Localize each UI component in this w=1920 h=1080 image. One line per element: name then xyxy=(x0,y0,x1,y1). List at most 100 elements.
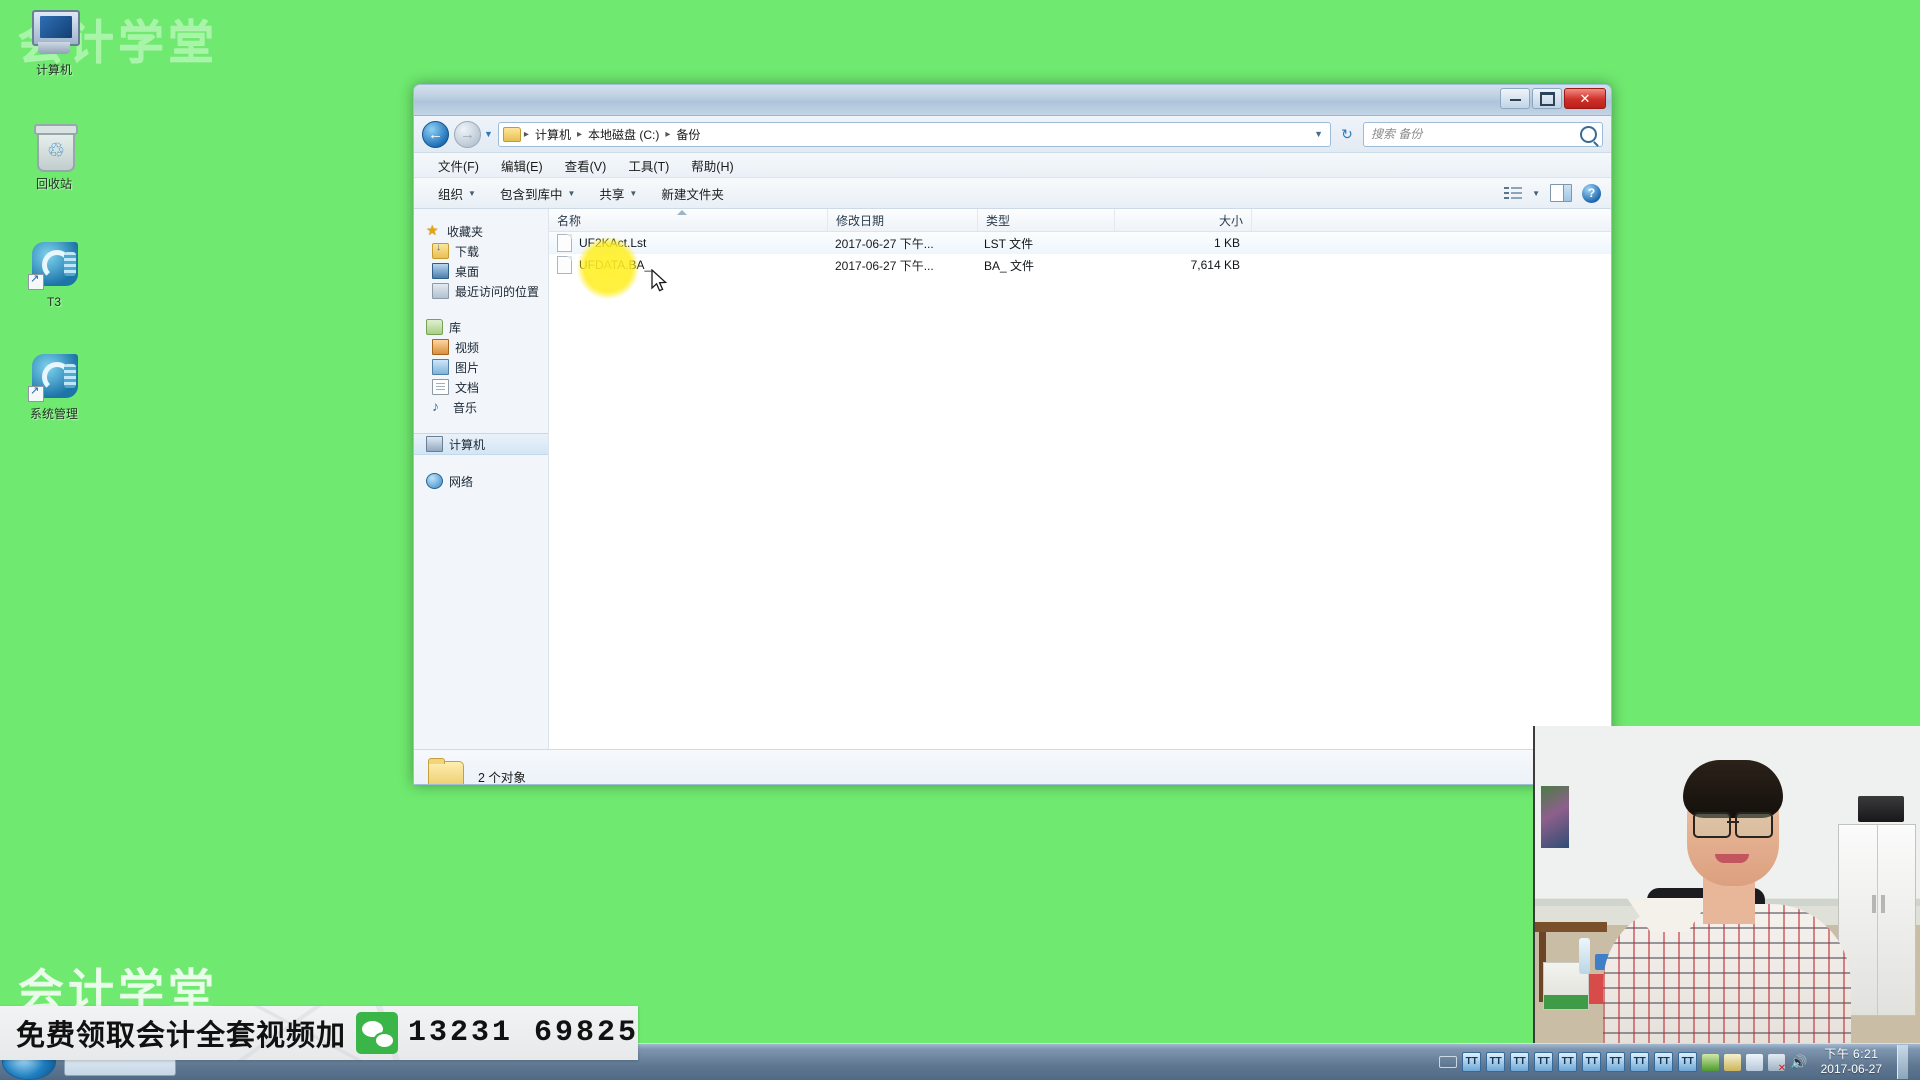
share-label: 共享 xyxy=(599,184,624,203)
nav-videos[interactable]: 视频 xyxy=(414,337,548,357)
include-in-library-button[interactable]: 包含到库中 ▼ xyxy=(488,180,587,207)
tray-app-icon[interactable]: TT xyxy=(1654,1052,1673,1072)
folder-icon xyxy=(503,127,521,142)
tray-app-icon[interactable]: TT xyxy=(1606,1052,1625,1072)
nav-network[interactable]: 网络 xyxy=(414,471,548,491)
help-icon[interactable]: ? xyxy=(1582,184,1601,203)
desktop-icon-system-management[interactable]: 系统管理 xyxy=(6,352,102,421)
file-date-cell: 2017-06-27 下午... xyxy=(827,235,976,252)
nav-downloads[interactable]: 下载 xyxy=(414,241,548,261)
tray-app-icon[interactable]: TT xyxy=(1462,1052,1481,1072)
keyboard-icon[interactable] xyxy=(1439,1056,1457,1068)
address-bar[interactable]: ▸ 计算机 ▸ 本地磁盘 (C:) ▸ 备份 ▼ xyxy=(498,122,1331,147)
nav-recent-places[interactable]: 最近访问的位置 xyxy=(414,281,548,301)
nav-desktop[interactable]: 桌面 xyxy=(414,261,548,281)
new-folder-button[interactable]: 新建文件夹 xyxy=(649,180,736,207)
refresh-icon[interactable]: ↻ xyxy=(1336,123,1358,145)
nav-label: 视频 xyxy=(455,339,479,356)
preview-pane-icon[interactable] xyxy=(1550,184,1572,202)
menu-tools[interactable]: 工具(T) xyxy=(628,156,669,175)
breadcrumb-local-disk[interactable]: 本地磁盘 (C:) xyxy=(585,125,662,144)
search-icon[interactable] xyxy=(1580,126,1597,143)
file-date-cell: 2017-06-27 下午... xyxy=(827,257,976,274)
tray-app-icon[interactable]: TT xyxy=(1630,1052,1649,1072)
back-button[interactable]: ← xyxy=(422,121,449,148)
share-button[interactable]: 共享 ▼ xyxy=(587,180,649,207)
file-name-cell[interactable]: UF2KAct.Lst xyxy=(549,234,827,252)
tray-app-icon[interactable]: TT xyxy=(1558,1052,1577,1072)
show-desktop-button[interactable] xyxy=(1897,1045,1908,1079)
file-name-cell[interactable]: UFDATA.BA_ xyxy=(549,256,827,274)
view-options-icon[interactable] xyxy=(1504,186,1522,200)
chevron-down-icon: ▼ xyxy=(629,189,637,198)
breadcrumb-backup[interactable]: 备份 xyxy=(673,125,703,144)
nav-spacer xyxy=(414,455,548,471)
toolbar-right-group: ▼ ? xyxy=(1504,178,1601,208)
desktop-icon-label: T3 xyxy=(6,296,102,309)
promo-banner: 免费领取会计全套视频加 13231 69825 xyxy=(0,1006,638,1060)
nav-computer[interactable]: 计算机 xyxy=(414,433,548,455)
monitor xyxy=(1858,796,1904,822)
window-titlebar[interactable]: ✕ xyxy=(414,85,1611,116)
table-row[interactable]: UF2KAct.Lst 2017-06-27 下午... LST 文件 1 KB xyxy=(549,232,1611,254)
menu-help[interactable]: 帮助(H) xyxy=(691,156,733,175)
file-size-cell: 7,614 KB xyxy=(1112,258,1248,272)
minimize-button[interactable] xyxy=(1500,88,1530,109)
desktop-icon-computer[interactable]: 计算机 xyxy=(6,8,102,77)
explorer-window[interactable]: ✕ ← → ▼ ▸ 计算机 ▸ 本地磁盘 (C:) ▸ 备份 ▼ ↻ 文件(F)… xyxy=(413,84,1612,785)
sort-ascending-icon xyxy=(677,210,687,215)
column-header-type[interactable]: 类型 xyxy=(978,209,1115,231)
column-header-date[interactable]: 修改日期 xyxy=(828,209,978,231)
breadcrumb-computer[interactable]: 计算机 xyxy=(532,125,574,144)
column-header-size[interactable]: 大小 xyxy=(1115,209,1252,231)
file-list-pane[interactable]: 名称 修改日期 类型 大小 UF2KAct.Lst 2017-06-27 下午.… xyxy=(549,209,1611,749)
webcam-overlay xyxy=(1533,726,1920,1058)
column-header-name[interactable]: 名称 xyxy=(549,209,828,231)
maximize-button[interactable] xyxy=(1532,88,1562,109)
window-body: ★ 收藏夹 下载 桌面 最近访问的位置 库 视频 xyxy=(414,209,1611,749)
nav-spacer xyxy=(414,301,548,317)
wall-poster xyxy=(1541,786,1569,848)
network-offline-icon[interactable] xyxy=(1768,1054,1785,1071)
volume-icon[interactable]: 🔊 xyxy=(1790,1054,1807,1070)
tray-app-icon[interactable]: TT xyxy=(1534,1052,1553,1072)
menu-file[interactable]: 文件(F) xyxy=(438,156,479,175)
taskbar-clock[interactable]: 下午 6:21 2017-06-27 xyxy=(1821,1047,1882,1077)
tray-app-icon[interactable]: TT xyxy=(1582,1052,1601,1072)
nav-favorites[interactable]: ★ 收藏夹 xyxy=(414,221,548,241)
nav-libraries[interactable]: 库 xyxy=(414,317,548,337)
search-input[interactable] xyxy=(1369,126,1580,142)
nav-label: 文档 xyxy=(455,379,479,396)
tray-app-icon[interactable]: TT xyxy=(1678,1052,1697,1072)
recycle-bin-icon xyxy=(26,122,82,174)
search-box[interactable] xyxy=(1363,122,1603,147)
nav-documents[interactable]: 文档 xyxy=(414,377,548,397)
recent-places-icon xyxy=(432,283,449,299)
desktop-icon-t3[interactable]: T3 xyxy=(6,240,102,309)
recent-locations-icon[interactable]: ▼ xyxy=(484,129,493,139)
chevron-down-icon[interactable]: ▼ xyxy=(1314,129,1326,139)
desktop-icon-recycle-bin[interactable]: 回收站 xyxy=(6,122,102,191)
organize-button[interactable]: 组织 ▼ xyxy=(426,180,488,207)
navigation-row: ← → ▼ ▸ 计算机 ▸ 本地磁盘 (C:) ▸ 备份 ▼ ↻ xyxy=(414,116,1611,153)
include-in-library-label: 包含到库中 xyxy=(500,184,563,203)
menu-edit[interactable]: 编辑(E) xyxy=(501,156,543,175)
desktop-icon-label: 系统管理 xyxy=(6,408,102,421)
tray-app-icon[interactable]: TT xyxy=(1510,1052,1529,1072)
chevron-down-icon[interactable]: ▼ xyxy=(1532,189,1540,198)
file-name: UF2KAct.Lst xyxy=(579,236,646,250)
windows-icon[interactable] xyxy=(1746,1054,1763,1071)
forward-button[interactable]: → xyxy=(454,121,481,148)
desktop-icon-label: 计算机 xyxy=(6,64,102,77)
media-icon[interactable] xyxy=(1702,1054,1719,1071)
close-button[interactable]: ✕ xyxy=(1564,88,1606,109)
nav-pictures[interactable]: 图片 xyxy=(414,357,548,377)
navigation-pane[interactable]: ★ 收藏夹 下载 桌面 最近访问的位置 库 视频 xyxy=(414,209,549,749)
tray-app-icon[interactable]: TT xyxy=(1486,1052,1505,1072)
menu-view[interactable]: 查看(V) xyxy=(565,156,607,175)
file-icon xyxy=(557,256,572,274)
nav-music[interactable]: ♪ 音乐 xyxy=(414,397,548,417)
table-row[interactable]: UFDATA.BA_ 2017-06-27 下午... BA_ 文件 7,614… xyxy=(549,254,1611,276)
folder-icon xyxy=(428,761,464,785)
tools-icon[interactable] xyxy=(1724,1054,1741,1071)
